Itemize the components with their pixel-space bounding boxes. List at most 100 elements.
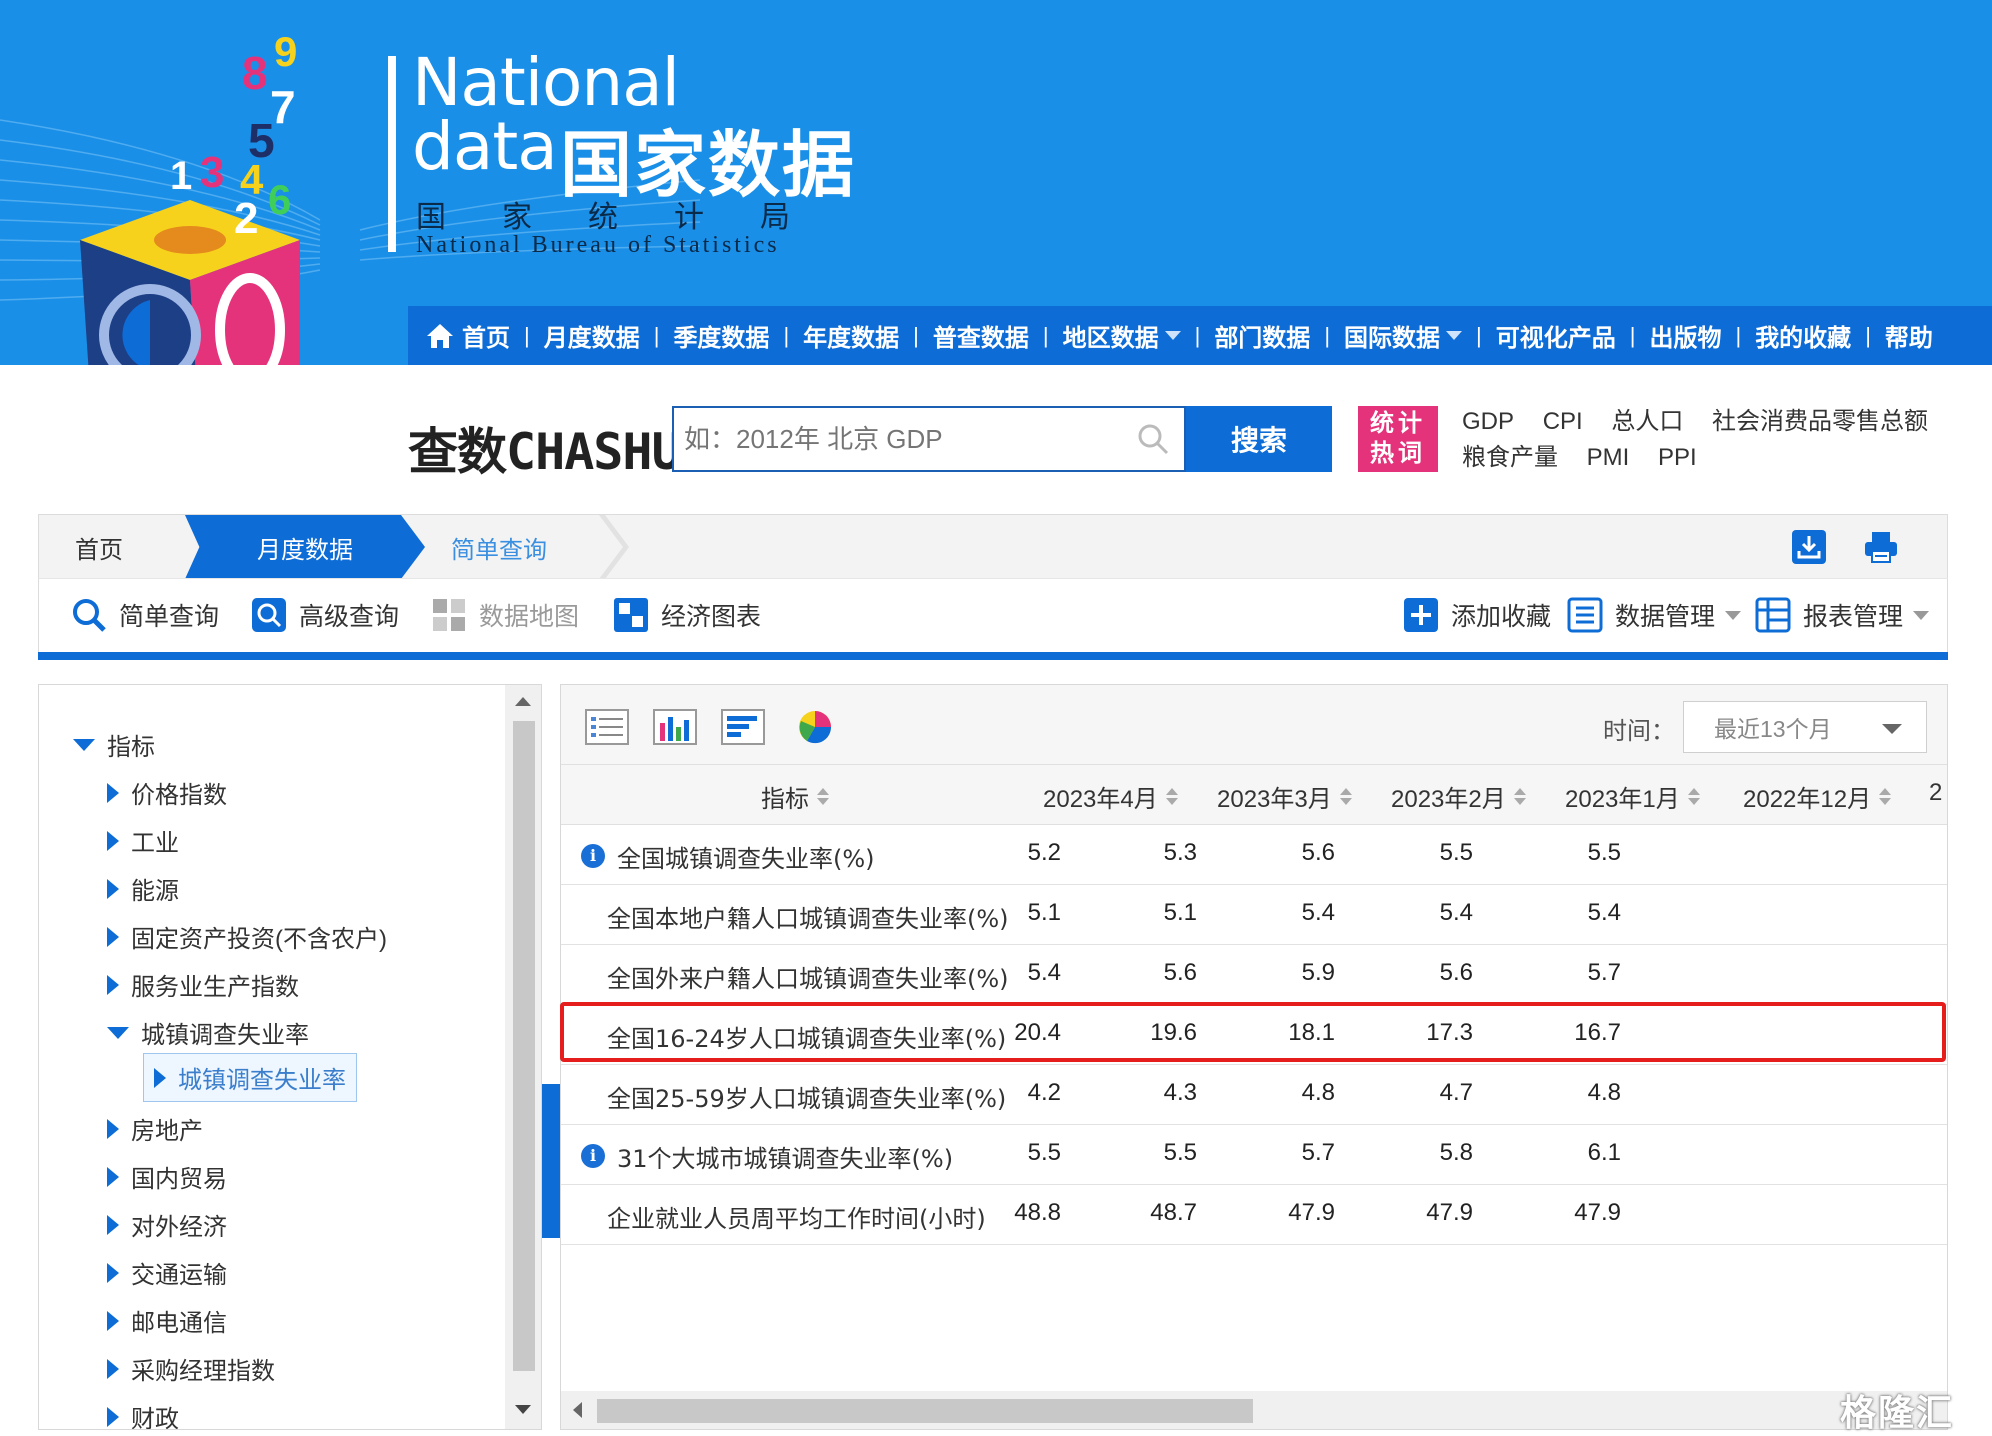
data-map-button[interactable]: 数据地图	[431, 597, 579, 633]
scroll-down-icon[interactable]	[515, 1405, 531, 1414]
column-header-label: 2022年12月	[1743, 786, 1872, 813]
value-cell: 5.1	[1027, 899, 1061, 926]
nav-visualization[interactable]: 可视化产品	[1496, 318, 1616, 353]
collapse-arrow-icon	[107, 1310, 119, 1331]
scroll-thumb[interactable]	[513, 721, 535, 1371]
hot-word-link[interactable]: PPI	[1658, 444, 1697, 471]
collapse-arrow-icon	[154, 1067, 166, 1088]
nav-label: 国际数据	[1344, 325, 1441, 352]
nav-label: 部门数据	[1214, 325, 1311, 352]
column-header-period[interactable]: 2023年3月	[1217, 779, 1352, 814]
tree-node[interactable]: 邮电通信	[107, 1303, 227, 1338]
tree-node[interactable]: 能源	[107, 871, 179, 906]
search-button[interactable]: 搜索	[1186, 406, 1332, 472]
nav-publications[interactable]: 出版物	[1649, 318, 1721, 353]
tree-node[interactable]: 工业	[107, 823, 179, 858]
panel-splitter[interactable]	[542, 1084, 560, 1238]
nav-census[interactable]: 普查数据	[933, 318, 1029, 353]
print-icon[interactable]	[1863, 529, 1899, 565]
column-header-period[interactable]: 2023年2月	[1391, 779, 1526, 814]
tree-label: 价格指数	[131, 782, 227, 809]
logo-digit: 9	[274, 28, 298, 75]
hot-word-link[interactable]: CPI	[1543, 408, 1583, 435]
chashu-logo: 查数CHASHU	[408, 412, 682, 484]
tree-node-selected[interactable]: 城镇调查失业率	[143, 1053, 357, 1102]
bar-chart-icon[interactable]	[653, 709, 697, 745]
horizontal-scrollbar[interactable]	[561, 1391, 1947, 1429]
time-label: 时间：	[1603, 718, 1675, 745]
time-range-select[interactable]: 最近13个月	[1683, 701, 1927, 753]
tree-node[interactable]: 财政	[107, 1399, 179, 1429]
nav-monthly[interactable]: 月度数据	[544, 318, 640, 353]
pie-chart-icon[interactable]	[793, 709, 837, 745]
scroll-thumb[interactable]	[597, 1399, 1253, 1423]
tree-root[interactable]: 指标	[73, 727, 155, 762]
search-input[interactable]	[684, 423, 1124, 455]
column-header-period[interactable]: 2023年4月	[1043, 779, 1178, 814]
economic-chart-button[interactable]: 经济图表	[613, 597, 761, 633]
table-row: 全国本地户籍人口城镇调查失业率(%) 5.1 5.1 5.4 5.4 5.4	[561, 885, 1947, 945]
column-header-period-cut[interactable]: 2	[1929, 779, 1942, 807]
hot-words-row: 粮食产量 PMI PPI	[1462, 440, 1982, 476]
home-icon	[427, 323, 453, 348]
nav-department[interactable]: 部门数据	[1214, 318, 1310, 353]
column-header-period[interactable]: 2023年1月	[1565, 779, 1700, 814]
toolbar-label: 高级查询	[299, 603, 400, 631]
info-icon[interactable]: i	[581, 1144, 605, 1168]
collapse-arrow-icon	[107, 1406, 119, 1427]
logo-digit: 1	[170, 154, 193, 198]
horizontal-bar-icon[interactable]	[721, 709, 765, 745]
toolbar-label: 报表管理	[1803, 603, 1904, 631]
tree-node[interactable]: 服务业生产指数	[107, 967, 299, 1002]
data-management-button[interactable]: 数据管理	[1567, 597, 1742, 633]
tree-node[interactable]: 房地产	[107, 1111, 203, 1146]
tree-label: 固定资产投资(不含农户)	[131, 926, 387, 953]
collapse-arrow-icon	[107, 878, 119, 899]
scroll-left-icon[interactable]	[573, 1402, 582, 1418]
hot-word-link[interactable]: 粮食产量	[1462, 444, 1558, 471]
column-header-label: 2023年1月	[1565, 786, 1680, 813]
column-header-indicator[interactable]: 指标	[761, 779, 829, 814]
nav-favorites[interactable]: 我的收藏	[1755, 318, 1851, 353]
advanced-search-icon	[252, 598, 286, 632]
scroll-up-icon[interactable]	[515, 697, 531, 706]
breadcrumb-section[interactable]: 月度数据	[185, 515, 425, 579]
nav-quarterly[interactable]: 季度数据	[673, 318, 769, 353]
column-header-period[interactable]: 2022年12月	[1743, 779, 1892, 814]
report-management-button[interactable]: 报表管理	[1755, 597, 1930, 633]
tree-scrollbar[interactable]	[505, 685, 541, 1429]
tree-node[interactable]: 采购经理指数	[107, 1351, 275, 1386]
tree-node[interactable]: 交通运输	[107, 1255, 227, 1290]
hot-word-link[interactable]: 总人口	[1611, 408, 1683, 435]
hot-word-link[interactable]: PMI	[1587, 444, 1630, 471]
indicator-name: 全国城镇调查失业率(%)	[617, 845, 875, 873]
nav-help[interactable]: 帮助	[1885, 318, 1933, 353]
tree-node[interactable]: 价格指数	[107, 775, 227, 810]
advanced-query-button[interactable]: 高级查询	[251, 597, 399, 633]
download-icon[interactable]	[1791, 529, 1827, 565]
tree-node-expanded[interactable]: 城镇调查失业率	[107, 1015, 309, 1050]
value-cell: 5.4	[1301, 899, 1335, 926]
info-icon[interactable]: i	[581, 844, 605, 868]
value-cell: 4.2	[1027, 1079, 1061, 1106]
tree-node[interactable]: 固定资产投资(不含农户)	[107, 919, 387, 954]
toolbar-label: 经济图表	[661, 603, 762, 631]
nav-international[interactable]: 国际数据	[1344, 318, 1463, 353]
tree-node[interactable]: 对外经济	[107, 1207, 227, 1242]
nav-label: 季度数据	[673, 325, 770, 352]
sort-icon	[1165, 788, 1178, 805]
main-nav: 首页 | 月度数据 | 季度数据 | 年度数据 | 普查数据 | 地区数据 | …	[408, 306, 1992, 365]
value-cell: 4.7	[1439, 1079, 1473, 1106]
simple-query-button[interactable]: 简单查询	[71, 597, 219, 633]
table-view-icon[interactable]	[585, 709, 629, 745]
value-cell: 5.6	[1163, 959, 1197, 986]
breadcrumb-home[interactable]: 首页	[75, 515, 123, 579]
hot-word-link[interactable]: 社会消费品零售总额	[1712, 408, 1928, 435]
nav-home[interactable]: 首页	[426, 318, 510, 353]
nav-annual[interactable]: 年度数据	[803, 318, 899, 353]
nav-regional[interactable]: 地区数据	[1063, 318, 1181, 353]
search-icon[interactable]	[1136, 422, 1170, 461]
hot-word-link[interactable]: GDP	[1462, 408, 1514, 435]
tree-node[interactable]: 国内贸易	[107, 1159, 227, 1194]
add-favorite-button[interactable]: 添加收藏	[1403, 597, 1551, 633]
